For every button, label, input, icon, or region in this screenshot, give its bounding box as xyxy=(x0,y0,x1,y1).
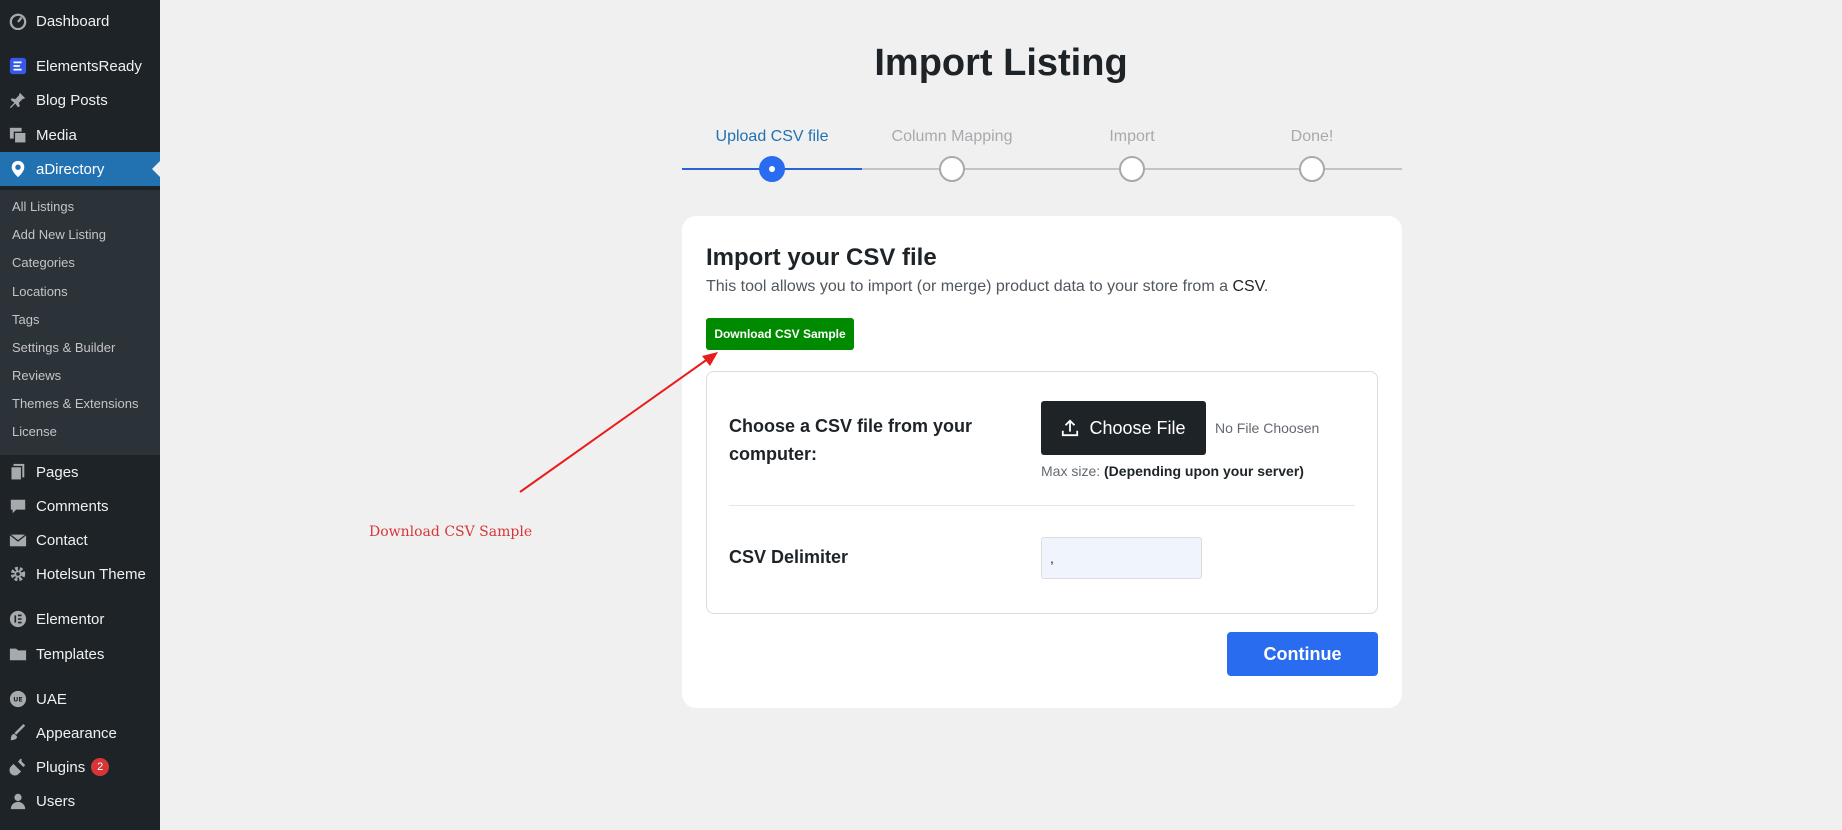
download-csv-sample-button[interactable]: Download CSV Sample xyxy=(706,318,854,350)
submenu-locations[interactable]: Locations xyxy=(12,284,68,299)
csv-file-label: Choose a CSV file from your computer: xyxy=(729,416,973,464)
menu-item-elementsready[interactable]: ElementsReady xyxy=(0,49,160,83)
upload-form-box: Choose a CSV file from your computer: Ch… xyxy=(706,371,1378,614)
menu-label: Comments xyxy=(36,497,109,515)
max-size-note: Max size: (Depending upon your server) xyxy=(1041,463,1304,479)
pin-icon xyxy=(8,90,28,110)
dashboard-icon xyxy=(8,11,28,31)
elementor-icon xyxy=(8,609,28,629)
max-size-label: Max size: xyxy=(1041,463,1101,479)
submenu-license[interactable]: License xyxy=(12,424,57,439)
menu-item-elementor[interactable]: Elementor xyxy=(0,602,160,636)
form-divider xyxy=(729,505,1355,506)
menu-label: Hotelsun Theme xyxy=(36,565,146,583)
csv-delimiter-label: CSV Delimiter xyxy=(729,547,849,567)
max-size-value: (Depending upon your server) xyxy=(1104,463,1304,479)
svg-text:UE: UE xyxy=(13,697,22,704)
elementsready-icon xyxy=(8,56,28,76)
location-pin-icon xyxy=(8,159,28,179)
menu-label: Dashboard xyxy=(36,12,110,30)
menu-label: Elementor xyxy=(36,610,105,628)
menu-label: Users xyxy=(36,792,76,810)
step-dot-done xyxy=(1299,156,1325,182)
submenu-settings-builder[interactable]: Settings & Builder xyxy=(12,340,115,355)
gear-icon xyxy=(8,564,28,584)
no-file-chosen-text: No File Choosen xyxy=(1215,420,1320,436)
user-icon xyxy=(8,791,28,811)
continue-button[interactable]: Continue xyxy=(1227,632,1378,676)
adirectory-submenu: All Listings Add New Listing Categories … xyxy=(0,190,160,455)
step-label-mapping: Column Mapping xyxy=(891,128,1013,145)
menu-label: Templates xyxy=(36,645,105,663)
menu-label: Blog Posts xyxy=(36,91,108,109)
menu-label: Pages xyxy=(36,463,79,481)
choose-file-label: Choose File xyxy=(1089,417,1186,438)
media-icon xyxy=(8,125,28,145)
menu-item-comments[interactable]: Comments xyxy=(0,489,160,523)
card-title: Import your CSV file xyxy=(706,244,937,271)
step-dot-upload xyxy=(759,156,785,182)
import-stepper: Upload CSV file Column Mapping Import Do… xyxy=(682,124,1402,194)
csv-delimiter-input[interactable] xyxy=(1041,537,1202,579)
menu-label: Appearance xyxy=(36,724,117,742)
mail-icon xyxy=(8,530,28,550)
menu-label: Plugins xyxy=(36,758,86,776)
card-description-end: . xyxy=(1263,278,1269,295)
step-label-upload: Upload CSV file xyxy=(715,128,829,145)
brush-icon xyxy=(8,723,28,743)
menu-item-dashboard[interactable]: Dashboard xyxy=(0,4,160,38)
submenu-categories[interactable]: Categories xyxy=(12,255,75,270)
plug-icon xyxy=(8,757,28,777)
menu-item-plugins[interactable]: Plugins 2 xyxy=(0,750,160,784)
menu-item-pages[interactable]: Pages xyxy=(0,455,160,489)
folder-icon xyxy=(8,644,28,664)
menu-item-appearance[interactable]: Appearance xyxy=(0,716,160,750)
pages-icon xyxy=(8,462,28,482)
submenu-tags[interactable]: Tags xyxy=(12,312,39,327)
step-dot-mapping xyxy=(939,156,965,182)
menu-item-hotelsun-theme[interactable]: Hotelsun Theme xyxy=(0,557,160,591)
import-card: Import your CSV file This tool allows yo… xyxy=(682,216,1402,708)
step-label-import: Import xyxy=(1109,128,1155,145)
page-title: Import Listing xyxy=(160,42,1842,85)
comment-icon xyxy=(8,496,28,516)
menu-item-adirectory[interactable]: aDirectory xyxy=(0,152,160,186)
submenu-all-listings[interactable]: All Listings xyxy=(12,199,74,214)
choose-file-button[interactable]: Choose File xyxy=(1041,401,1206,455)
menu-item-blog-posts[interactable]: Blog Posts xyxy=(0,83,160,117)
menu-item-users[interactable]: Users xyxy=(0,784,160,818)
card-description-text: This tool allows you to import (or merge… xyxy=(706,278,1233,295)
submenu-reviews[interactable]: Reviews xyxy=(12,368,61,383)
admin-sidebar: Dashboard ElementsReady Blog Posts Media… xyxy=(0,0,160,830)
plugins-update-badge: 2 xyxy=(91,758,110,776)
menu-item-media[interactable]: Media xyxy=(0,118,160,152)
submenu-add-new-listing[interactable]: Add New Listing xyxy=(12,227,106,242)
menu-label: UAE xyxy=(36,690,67,708)
step-dot-import xyxy=(1119,156,1145,182)
menu-label: aDirectory xyxy=(36,160,105,178)
page-title-text: Import Listing xyxy=(874,42,1128,84)
uae-icon: UE xyxy=(8,689,28,709)
menu-label: ElementsReady xyxy=(36,57,142,75)
step-label-done: Done! xyxy=(1290,128,1334,145)
menu-label: Contact xyxy=(36,531,88,549)
annotation-label: Download CSV Sample xyxy=(369,524,533,540)
menu-item-templates[interactable]: Templates xyxy=(0,637,160,671)
card-description: This tool allows you to import (or merge… xyxy=(706,278,1268,296)
menu-item-uae[interactable]: UE UAE xyxy=(0,682,160,716)
upload-icon xyxy=(1062,419,1079,437)
card-description-csv: CSV xyxy=(1232,278,1264,295)
menu-label: Media xyxy=(36,126,77,144)
menu-item-contact[interactable]: Contact xyxy=(0,523,160,557)
submenu-themes-extensions[interactable]: Themes & Extensions xyxy=(12,396,138,411)
